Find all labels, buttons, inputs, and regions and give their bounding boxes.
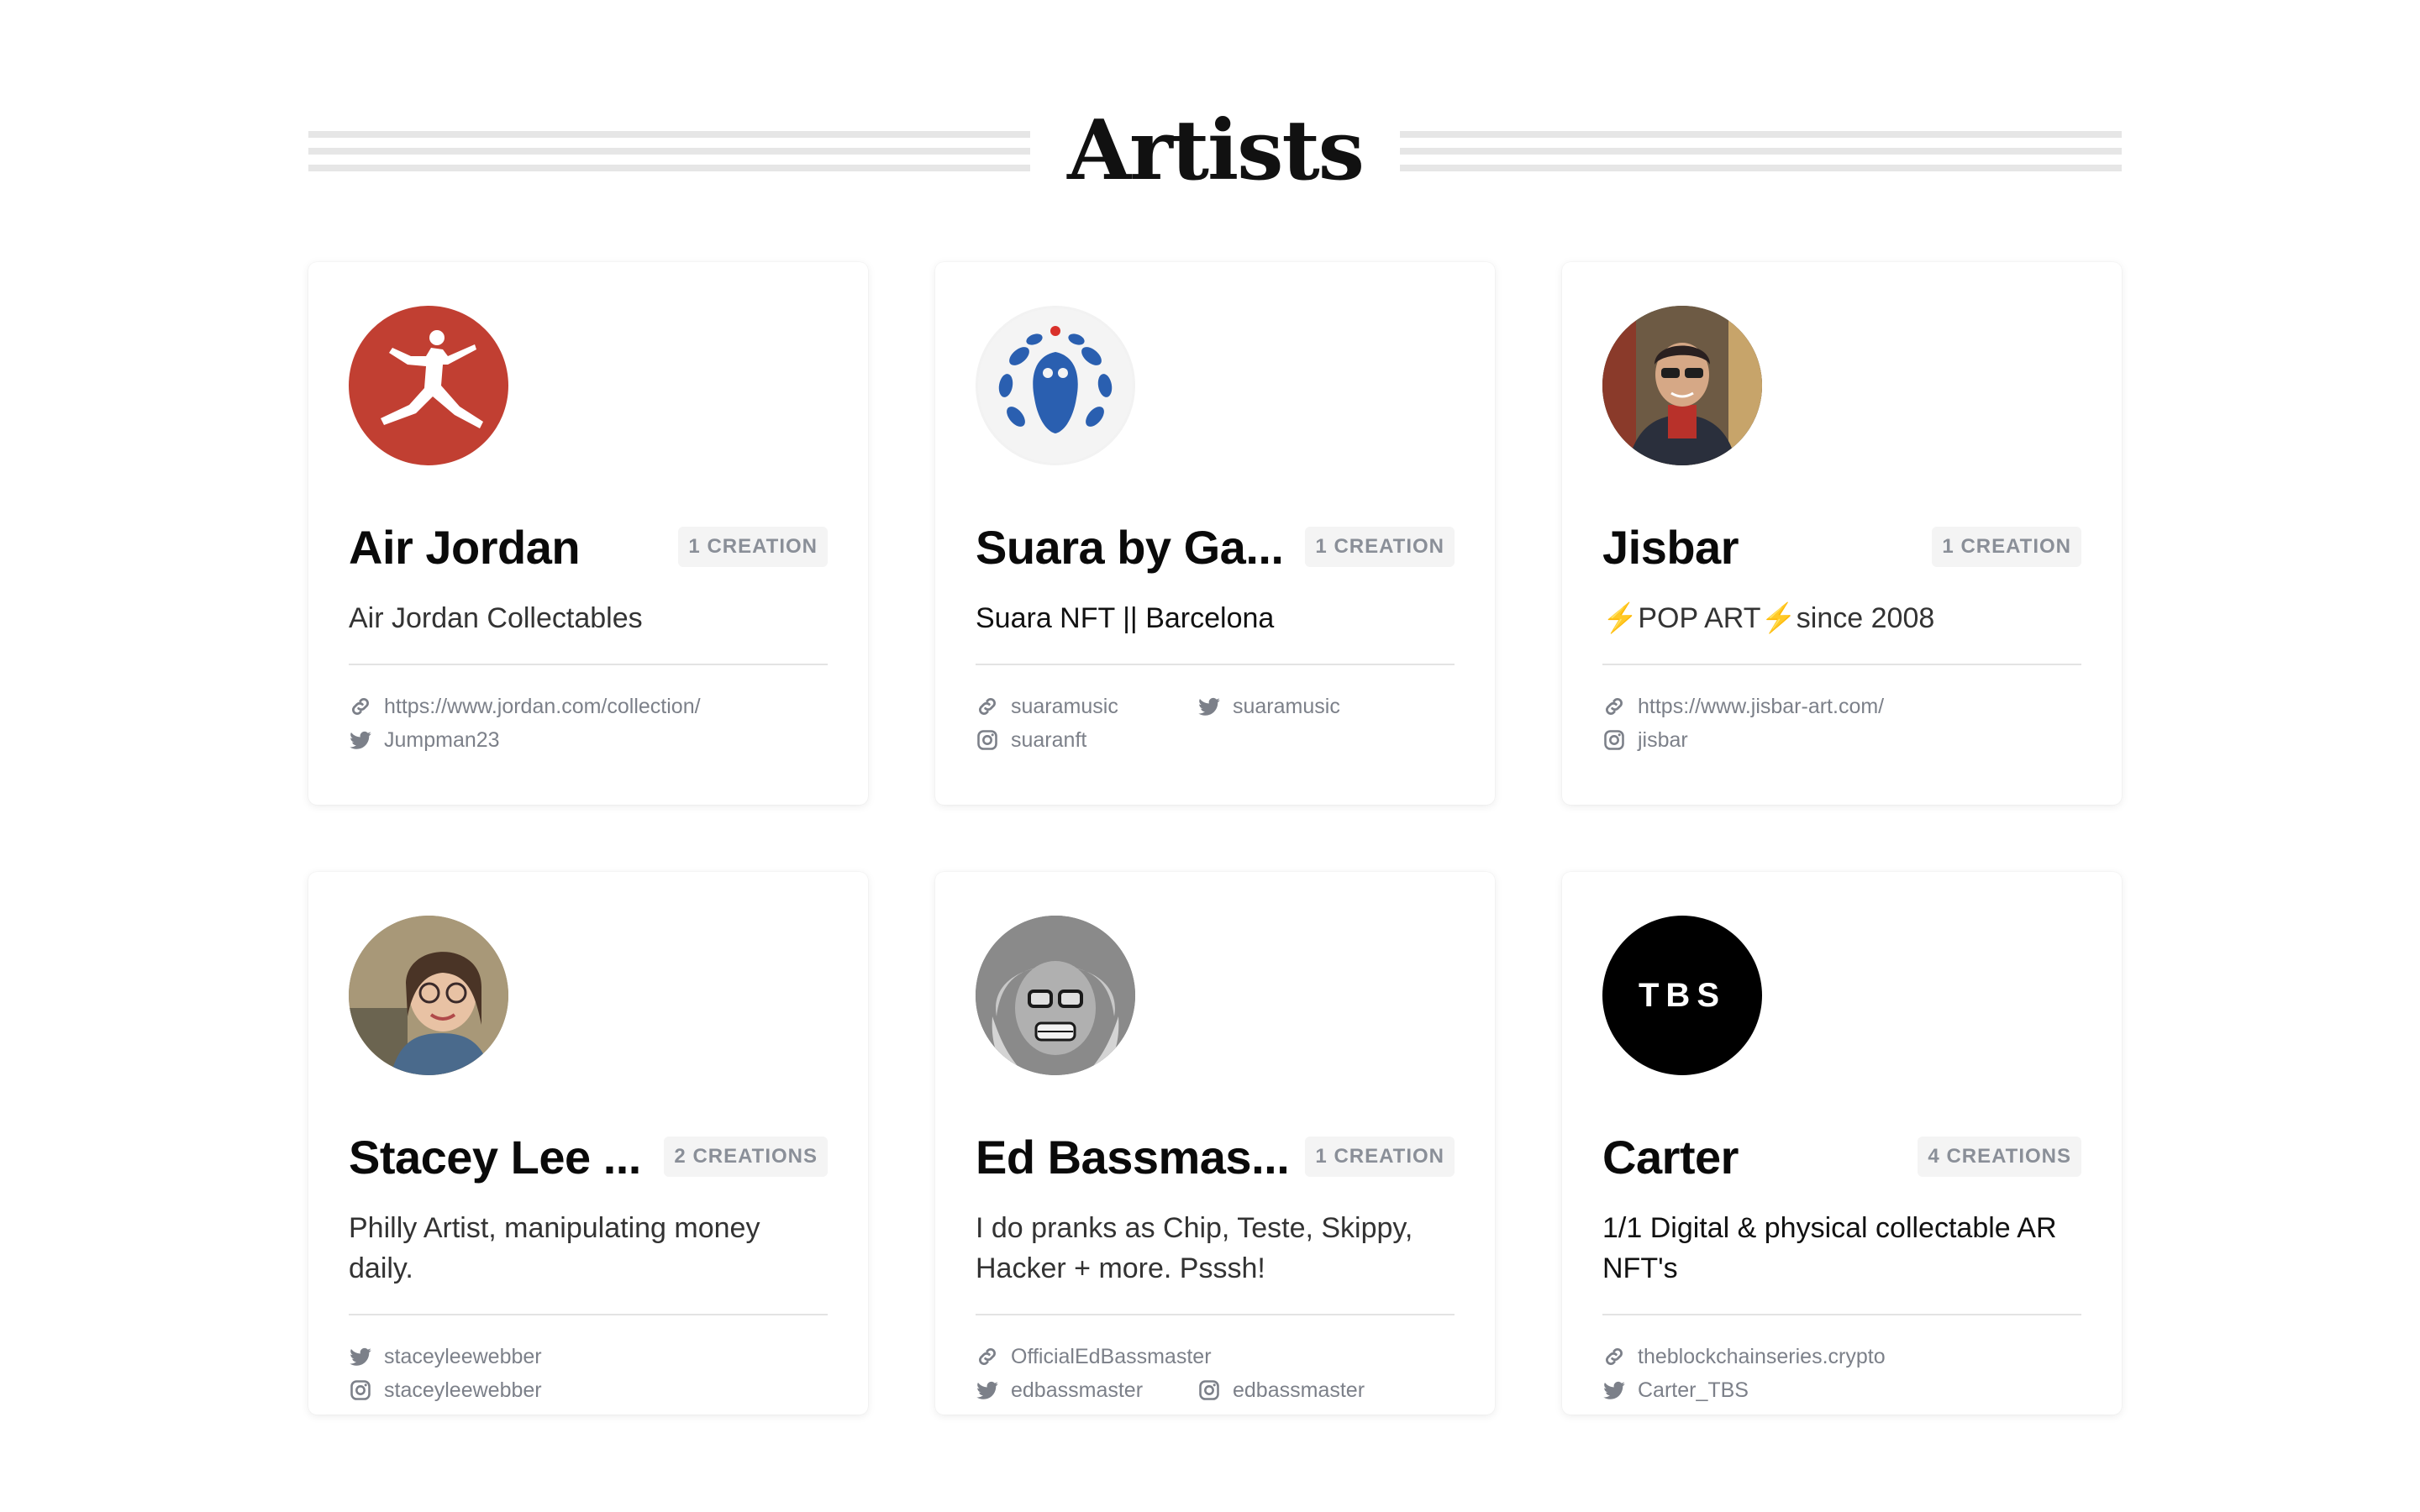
social-links: OfficialEdBassmaster edbassmaster edbass…: [976, 1344, 1455, 1403]
website-link[interactable]: https://www.jordan.com/collection/: [349, 694, 828, 719]
link-icon: [1605, 1347, 1623, 1366]
link-text: https://www.jisbar-art.com/: [1638, 694, 1885, 718]
link-text: jisbar: [1638, 727, 1688, 752]
twitter-link[interactable]: Carter_TBS: [1602, 1378, 2081, 1403]
artist-bio: Air Jordan Collectables: [349, 602, 643, 634]
divider: [976, 664, 1455, 665]
ed-bassmaster-portrait: [976, 916, 1135, 1075]
website-link[interactable]: suaramusic: [976, 694, 1144, 719]
twitter-icon: [350, 731, 371, 749]
social-links: https://www.jisbar-art.com/ jisbar: [1602, 694, 2081, 753]
avatar[interactable]: [1602, 306, 1762, 465]
creation-count-badge: 2 CREATIONS: [664, 1137, 828, 1177]
link-text: staceyleewebber: [384, 1344, 542, 1368]
header-rule-right: [1399, 131, 2123, 171]
instagram-icon: [1604, 730, 1624, 750]
artist-card[interactable]: Air Jordan 1 CREATION Air Jordan Collect…: [308, 262, 868, 805]
creation-count-badge: 1 CREATION: [678, 527, 828, 567]
link-icon: [1605, 697, 1623, 716]
creation-count-badge: 1 CREATION: [1305, 1137, 1455, 1177]
link-icon: [351, 697, 370, 716]
avatar[interactable]: [349, 306, 508, 465]
website-link[interactable]: OfficialEdBassmaster: [976, 1344, 1455, 1369]
page-header: Artists: [308, 101, 2123, 202]
artist-name[interactable]: Ed Bassmas...: [976, 1130, 1289, 1184]
page-title: Artists: [1067, 102, 1365, 199]
artist-bio: Philly Artist, manipulating money daily.: [349, 1212, 760, 1284]
twitter-link[interactable]: edbassmaster: [976, 1378, 1144, 1403]
header-rule-left: [308, 131, 1031, 171]
link-icon: [978, 1347, 997, 1366]
social-links: staceyleewebber staceyleewebber: [349, 1344, 828, 1403]
link-icon: [978, 697, 997, 716]
instagram-link[interactable]: jisbar: [1602, 727, 2081, 753]
divider: [1602, 664, 2081, 665]
twitter-link[interactable]: staceyleewebber: [349, 1344, 828, 1369]
artist-bio: 1/1 Digital & physical collectable AR NF…: [1602, 1212, 2057, 1284]
instagram-icon: [350, 1380, 371, 1400]
link-text: suaranft: [1011, 727, 1087, 752]
avatar[interactable]: [349, 916, 508, 1075]
instagram-link[interactable]: suaranft: [976, 727, 1455, 753]
instagram-link[interactable]: staceyleewebber: [349, 1378, 828, 1403]
twitter-icon: [976, 1381, 998, 1399]
twitter-link[interactable]: suaramusic: [1197, 694, 1365, 719]
link-text: staceyleewebber: [384, 1378, 542, 1402]
tbs-logo: TBS: [1639, 976, 1726, 1014]
artist-name[interactable]: Stacey Lee ...: [349, 1130, 641, 1184]
link-text: Jumpman23: [384, 727, 500, 752]
instagram-icon: [977, 730, 997, 750]
avatar[interactable]: [976, 916, 1135, 1075]
link-text: theblockchainseries.crypto: [1638, 1344, 1886, 1368]
artist-bio: ⚡POP ART⚡since 2008: [1602, 602, 1935, 634]
instagram-icon: [1199, 1380, 1219, 1400]
avatar[interactable]: [976, 306, 1135, 465]
artist-name[interactable]: Jisbar: [1602, 520, 1739, 575]
artist-card[interactable]: TBS Carter 4 CREATIONS 1/1 Digital & phy…: [1562, 872, 2122, 1415]
avatar[interactable]: TBS: [1602, 916, 1762, 1075]
link-text: suaramusic: [1011, 694, 1118, 718]
artist-name[interactable]: Suara by Ga...: [976, 520, 1284, 575]
twitter-icon: [350, 1347, 371, 1366]
divider: [349, 664, 828, 665]
suara-owl-artwork: [978, 308, 1133, 463]
stacey-portrait: [349, 916, 508, 1075]
website-link[interactable]: theblockchainseries.crypto: [1602, 1344, 2081, 1369]
link-text: edbassmaster: [1011, 1378, 1144, 1402]
jumpman-logo: [381, 330, 483, 428]
artist-grid: Air Jordan 1 CREATION Air Jordan Collect…: [308, 262, 2122, 1415]
social-links: theblockchainseries.crypto Carter_TBS: [1602, 1344, 2081, 1403]
link-text: Carter_TBS: [1638, 1378, 1749, 1402]
website-link[interactable]: https://www.jisbar-art.com/: [1602, 694, 2081, 719]
jisbar-portrait: [1602, 306, 1762, 465]
creation-count-badge: 1 CREATION: [1305, 527, 1455, 567]
artist-card[interactable]: Ed Bassmas... 1 CREATION I do pranks as …: [935, 872, 1495, 1415]
social-links: suaramusic suaramusic suaranft: [976, 694, 1455, 753]
link-text: suaramusic: [1233, 694, 1340, 718]
artist-card[interactable]: Jisbar 1 CREATION ⚡POP ART⚡since 2008 ht…: [1562, 262, 2122, 805]
artist-name[interactable]: Air Jordan: [349, 520, 580, 575]
creation-count-badge: 4 CREATIONS: [1918, 1137, 2081, 1177]
creation-count-badge: 1 CREATION: [1932, 527, 2081, 567]
artist-bio: Suara NFT || Barcelona: [976, 602, 1275, 634]
twitter-icon: [1198, 697, 1220, 716]
link-text: OfficialEdBassmaster: [1011, 1344, 1212, 1368]
instagram-link[interactable]: edbassmaster: [1197, 1378, 1365, 1403]
link-text: https://www.jordan.com/collection/: [384, 694, 701, 718]
artist-card[interactable]: Suara by Ga... 1 CREATION Suara NFT || B…: [935, 262, 1495, 805]
artist-bio: I do pranks as Chip, Teste, Skippy, Hack…: [976, 1212, 1413, 1284]
divider: [349, 1314, 828, 1315]
divider: [976, 1314, 1455, 1315]
social-links: https://www.jordan.com/collection/ Jumpm…: [349, 694, 828, 753]
artist-name[interactable]: Carter: [1602, 1130, 1739, 1184]
divider: [1602, 1314, 2081, 1315]
link-text: edbassmaster: [1233, 1378, 1365, 1402]
twitter-link[interactable]: Jumpman23: [349, 727, 828, 753]
artists-page: Artists Air Jordan 1 CREATION Air Jordan…: [0, 0, 2420, 1512]
twitter-icon: [1603, 1381, 1625, 1399]
artist-card[interactable]: Stacey Lee ... 2 CREATIONS Philly Artist…: [308, 872, 868, 1415]
